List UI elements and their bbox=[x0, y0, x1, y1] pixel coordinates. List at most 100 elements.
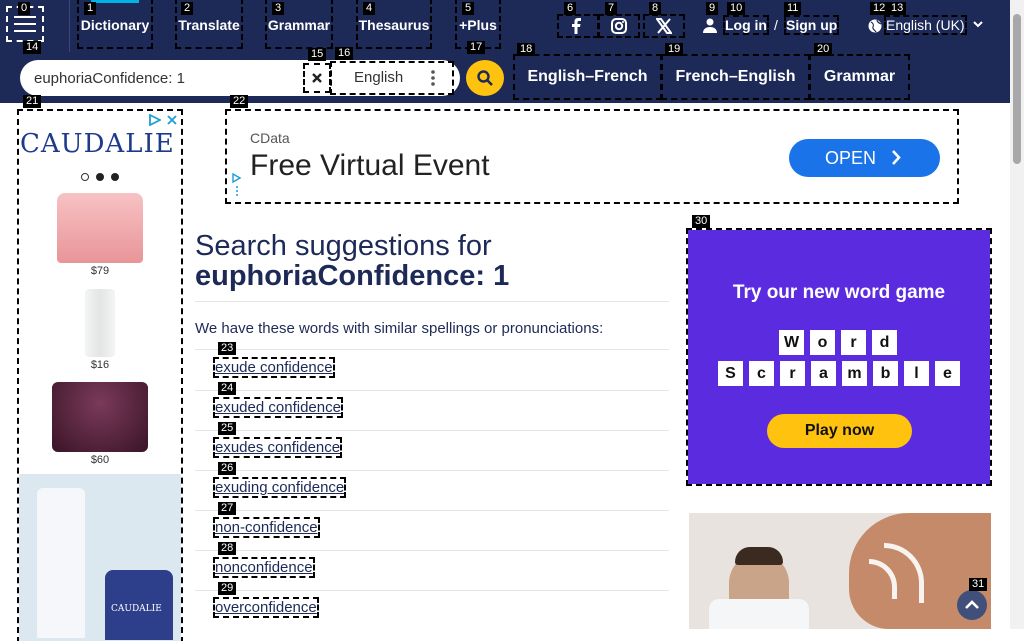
annotation-label: 2 bbox=[181, 2, 194, 15]
annotation-label: 11 bbox=[784, 2, 802, 15]
suggestion-link[interactable]: exude confidence bbox=[213, 357, 335, 378]
product-brand-label: CAUDALIE bbox=[111, 604, 162, 614]
search-input[interactable] bbox=[34, 68, 302, 88]
auth-links: Log in / Sign up bbox=[703, 15, 840, 36]
quick-link-french-english[interactable]: French–English bbox=[661, 54, 810, 100]
annotation-label: 29 bbox=[218, 582, 237, 595]
annotation-label: 24 bbox=[218, 382, 237, 395]
top-banner-ad[interactable]: CData Free Virtual Event OPEN bbox=[225, 109, 959, 204]
chevron-up-icon bbox=[965, 600, 979, 609]
page-title-query: euphoriaConfidence: 1 bbox=[195, 260, 510, 292]
auth-separator: / bbox=[774, 17, 778, 33]
word-game-ad[interactable]: Try our new word game W o r d S c r a m … bbox=[686, 228, 992, 486]
facebook-button[interactable] bbox=[557, 14, 599, 38]
annotation-label: 20 bbox=[814, 43, 833, 56]
play-now-button[interactable]: Play now bbox=[767, 414, 912, 448]
letter-tile: d bbox=[872, 330, 897, 355]
letter-tile: m bbox=[842, 361, 867, 386]
instagram-icon bbox=[611, 18, 627, 34]
login-link[interactable]: Log in bbox=[723, 15, 769, 35]
carousel-dots bbox=[81, 173, 121, 183]
chevron-down-icon bbox=[973, 21, 983, 28]
search-button[interactable] bbox=[466, 60, 504, 96]
search-icon bbox=[477, 70, 493, 86]
product-image bbox=[85, 289, 115, 357]
letter-tile: a bbox=[811, 361, 836, 386]
annotation-label: 18 bbox=[517, 43, 536, 56]
quick-link-english-french[interactable]: English–French bbox=[513, 54, 662, 100]
letter-tile: o bbox=[810, 330, 835, 355]
dictionary-select[interactable]: English bbox=[330, 61, 454, 95]
annotation-label: 6 bbox=[564, 2, 577, 15]
suggestions-intro: We have these words with similar spellin… bbox=[195, 320, 604, 337]
annotation-label: 1 bbox=[84, 2, 97, 15]
scrollbar-thumb[interactable] bbox=[1013, 14, 1021, 164]
page-title-prefix: Search suggestions for bbox=[195, 230, 492, 262]
annotation-label: 5 bbox=[462, 2, 475, 15]
language-selector[interactable]: English (UK) bbox=[866, 15, 984, 36]
header: Dictionary Translate Grammar Thesaurus +… bbox=[0, 0, 1010, 52]
ad-open-button[interactable]: OPEN bbox=[789, 139, 940, 177]
close-icon[interactable] bbox=[167, 115, 177, 125]
health-ad-image[interactable] bbox=[689, 513, 991, 629]
annotation-label: 28 bbox=[218, 542, 237, 555]
suggestion-link[interactable]: nonconfidence bbox=[213, 557, 315, 578]
annotation-label: 17 bbox=[467, 41, 486, 54]
ad-choices-icon bbox=[149, 114, 161, 126]
x-icon bbox=[656, 18, 672, 34]
menu-icon bbox=[14, 16, 36, 18]
suggestion-link[interactable]: non-confidence bbox=[213, 517, 320, 538]
letter-tile: e bbox=[935, 361, 960, 386]
annotation-label: 9 bbox=[706, 2, 719, 15]
annotation-label: 23 bbox=[218, 342, 237, 355]
annotation-label: 22 bbox=[230, 95, 249, 108]
letter-tile: W bbox=[779, 330, 804, 355]
clear-search-button[interactable] bbox=[303, 63, 331, 93]
letter-tile: r bbox=[841, 330, 866, 355]
suggestion-link[interactable]: exuding confidence bbox=[212, 477, 347, 498]
annotation-label: 25 bbox=[218, 422, 237, 435]
page-title: Search suggestions for euphoriaConfidenc… bbox=[195, 231, 665, 291]
instagram-button[interactable] bbox=[598, 14, 640, 38]
annotation-label: 21 bbox=[23, 95, 42, 108]
annotation-label: 4 bbox=[363, 2, 376, 15]
letter-tile: r bbox=[780, 361, 805, 386]
product-price: $79 bbox=[90, 265, 110, 277]
annotation-label: 0 bbox=[18, 2, 31, 15]
ad-choices-icon bbox=[232, 173, 242, 196]
brand-logo: CAUDALIE bbox=[20, 129, 175, 159]
letter-tile: b bbox=[873, 361, 898, 386]
user-icon bbox=[703, 18, 717, 33]
signup-link[interactable]: Sign up bbox=[783, 15, 840, 35]
globe-icon bbox=[868, 19, 882, 33]
annotation-label: 8 bbox=[649, 2, 662, 15]
language-label: English (UK) bbox=[884, 15, 967, 35]
annotation-label: 27 bbox=[218, 502, 237, 515]
back-to-top-button[interactable] bbox=[957, 590, 987, 620]
page-scrollbar[interactable] bbox=[1010, 0, 1024, 629]
ad-headline: Free Virtual Event bbox=[250, 149, 490, 182]
annotation-label: 14 bbox=[23, 41, 42, 54]
product-image bbox=[57, 193, 143, 263]
annotation-label: 15 bbox=[308, 48, 327, 61]
annotation-label: 7 bbox=[605, 2, 618, 15]
clear-icon bbox=[312, 73, 322, 83]
chevron-right-icon bbox=[892, 150, 901, 165]
product-price: $60 bbox=[90, 454, 110, 466]
annotation-label: 31 bbox=[969, 578, 988, 591]
suggestion-link[interactable]: exudes confidence bbox=[212, 437, 343, 458]
letter-tile: S bbox=[718, 361, 743, 386]
product-price: $16 bbox=[90, 359, 110, 371]
annotation-label: 19 bbox=[665, 43, 684, 56]
facebook-icon bbox=[572, 18, 581, 34]
x-button[interactable] bbox=[643, 14, 685, 38]
suggestion-link[interactable]: overconfidence bbox=[213, 597, 319, 618]
left-ad[interactable]: CAUDALIE $79 $16 $60 CAUDALIE bbox=[17, 109, 183, 641]
quick-link-grammar[interactable]: Grammar bbox=[809, 54, 910, 100]
annotation-label: 26 bbox=[218, 462, 237, 475]
suggestion-link[interactable]: exuded confidence bbox=[213, 397, 343, 418]
letter-tile: l bbox=[904, 361, 929, 386]
product-banner-image: CAUDALIE bbox=[19, 474, 181, 641]
dictionary-select-label: English bbox=[354, 69, 404, 86]
annotation-label: 30 bbox=[692, 215, 711, 228]
